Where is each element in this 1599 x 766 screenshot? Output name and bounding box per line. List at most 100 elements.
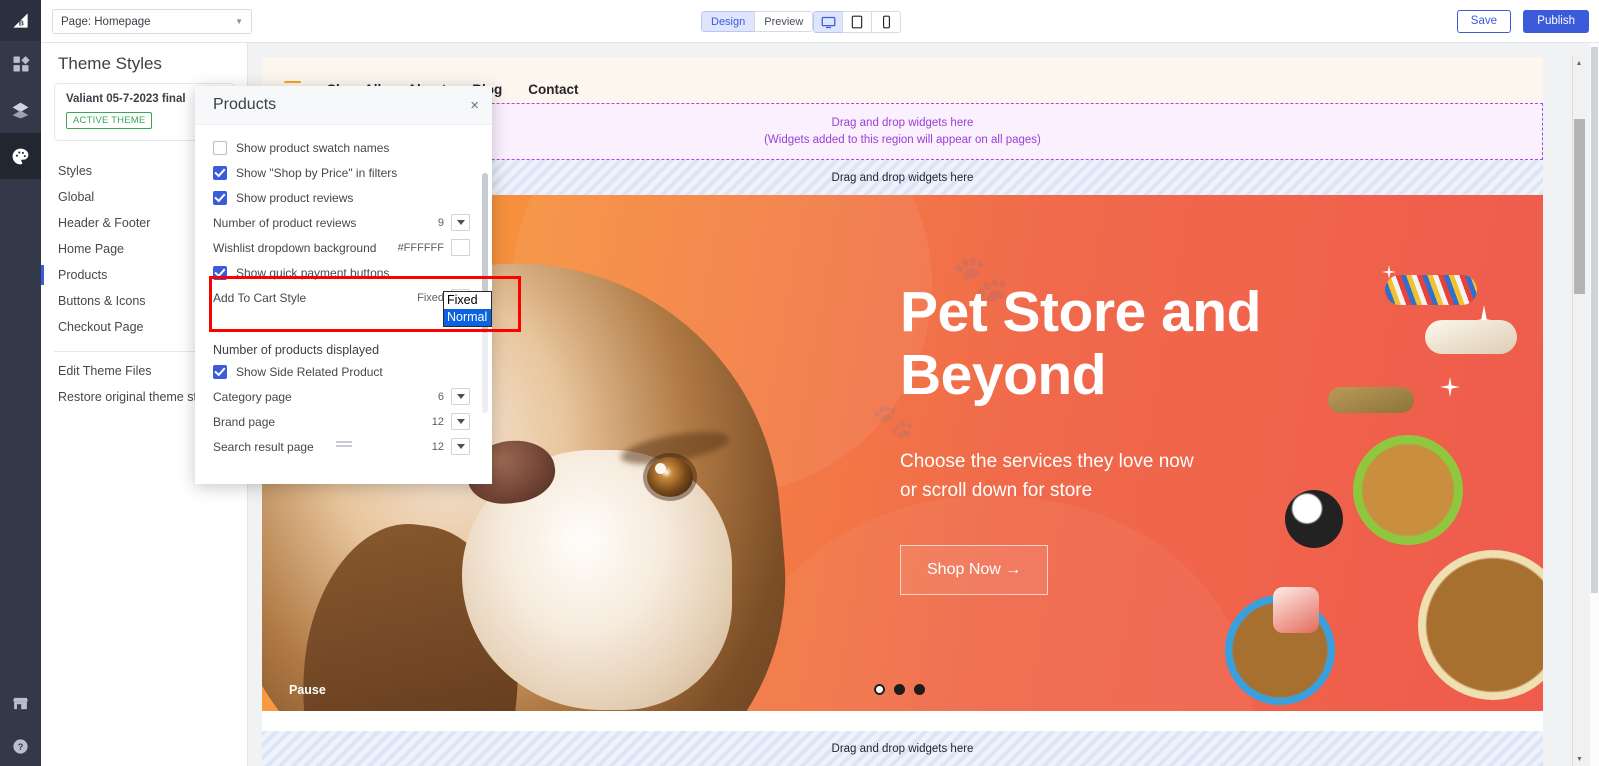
dropzone-line-2: (Widgets added to this region will appea… xyxy=(764,133,1041,146)
dropzone-line-1: Drag and drop widgets here xyxy=(831,116,974,129)
bottom-widget-dropzone[interactable]: Drag and drop widgets here xyxy=(262,731,1543,766)
hero-copy: Pet Store and Beyond Choose the services… xyxy=(900,281,1261,595)
apps-icon[interactable] xyxy=(0,41,41,87)
status-badge: ACTIVE THEME xyxy=(66,112,153,129)
chevron-down-icon: ▼ xyxy=(235,17,243,26)
green-food-bowl xyxy=(1353,435,1463,545)
desktop-icon[interactable] xyxy=(813,11,843,33)
carousel-dots xyxy=(874,684,925,695)
layers-icon[interactable] xyxy=(0,87,41,133)
chevron-down-icon xyxy=(456,418,465,428)
select-search-result-page[interactable] xyxy=(451,438,470,455)
dropdown-option-normal[interactable]: Normal xyxy=(444,309,491,326)
shop-now-button[interactable]: Shop Now → xyxy=(900,545,1049,595)
carousel-pause-button[interactable]: Pause xyxy=(289,683,326,697)
setting-row-show-product-swatch-names[interactable]: Show product swatch names xyxy=(195,135,492,160)
tab-design[interactable]: Design xyxy=(701,11,756,32)
close-icon[interactable]: × xyxy=(470,97,479,114)
window-scrollbar[interactable] xyxy=(1590,43,1599,766)
mobile-icon[interactable] xyxy=(871,11,901,33)
scroll-down-arrow-icon[interactable]: ▼ xyxy=(1573,753,1586,766)
chevron-down-icon xyxy=(456,393,465,403)
setting-row-show-side-related-product[interactable]: Show Side Related Product xyxy=(195,359,492,384)
setting-label: Show product swatch names xyxy=(236,140,390,155)
bone-toy-white xyxy=(1425,320,1517,354)
modal-title: Products xyxy=(213,96,277,113)
group-heading-number-of-products-displayed: Number of products displayed xyxy=(213,343,380,357)
setting-label: Number of product reviews xyxy=(213,215,357,230)
checkbox-show-product-swatch-names[interactable] xyxy=(213,140,227,155)
setting-label: Brand page xyxy=(213,414,276,429)
hero-subheading: Choose the services they love now or scr… xyxy=(900,451,1194,501)
dog-eye-highlight xyxy=(655,463,666,474)
chew-treat xyxy=(1273,587,1319,633)
setting-label: Add To Cart Style xyxy=(213,290,307,305)
checkbox-show-shop-by-price[interactable] xyxy=(213,165,227,180)
setting-row-show-product-reviews[interactable]: Show product reviews xyxy=(195,185,492,210)
tab-preview[interactable]: Preview xyxy=(754,11,814,32)
setting-value: 12 xyxy=(431,415,444,428)
setting-value: 12 xyxy=(431,440,444,453)
modal-resize-handle[interactable] xyxy=(335,441,352,449)
top-toolbar: Page: Homepage ▼ Design Preview Save Pub… xyxy=(41,0,1599,43)
setting-label: Show "Shop by Price" in filters xyxy=(236,165,398,180)
palette-icon[interactable] xyxy=(0,133,41,179)
setting-value: 9 xyxy=(437,216,444,229)
setting-value: #FFFFFF xyxy=(397,241,444,254)
left-icon-rail: B ? xyxy=(0,0,41,766)
setting-row-wishlist-dropdown-background[interactable]: Wishlist dropdown background #FFFFFF xyxy=(195,235,492,260)
products-settings-modal: Products × Show product swatch names Sho… xyxy=(195,86,492,484)
carousel-dot-1[interactable] xyxy=(874,684,885,695)
app-root: B ? Page: Homepage ▼ Design Preview Save… xyxy=(0,0,1599,766)
bigcommerce-logo[interactable]: B xyxy=(0,0,41,41)
hero-heading: Pet Store and Beyond xyxy=(900,280,1261,407)
scroll-up-arrow-icon[interactable]: ▲ xyxy=(1573,57,1585,70)
help-circle-icon[interactable]: ? xyxy=(0,726,41,766)
select-brand-page[interactable] xyxy=(451,413,470,430)
carousel-dot-2[interactable] xyxy=(894,684,905,695)
select-number-of-product-reviews[interactable] xyxy=(451,214,470,231)
storefront-icon[interactable] xyxy=(0,680,41,726)
dropdown-option-fixed[interactable]: Fixed xyxy=(444,292,491,309)
beige-food-bowl xyxy=(1418,550,1543,700)
preview-scrollbar[interactable]: ▲ ▼ xyxy=(1572,57,1585,766)
nav-link-contact[interactable]: Contact xyxy=(528,82,578,97)
select-category-page[interactable] xyxy=(451,388,470,405)
preview-scrollbar-thumb[interactable] xyxy=(1574,119,1585,294)
dropdown-add-to-cart-style-options[interactable]: Fixed Normal xyxy=(443,291,492,327)
setting-row-number-of-product-reviews[interactable]: Number of product reviews 9 xyxy=(195,210,492,235)
setting-label: Show product reviews xyxy=(236,190,354,205)
setting-label: Category page xyxy=(213,389,292,404)
setting-row-show-shop-by-price[interactable]: Show "Shop by Price" in filters xyxy=(195,160,492,185)
checkbox-show-side-related-product[interactable] xyxy=(213,364,227,379)
mode-tabs: Design Preview xyxy=(701,11,814,32)
modal-header: Products × xyxy=(195,86,492,125)
window-scrollbar-thumb[interactable] xyxy=(1591,47,1598,593)
carousel-dot-3[interactable] xyxy=(914,684,925,695)
chevron-down-icon xyxy=(456,443,465,453)
setting-row-category-page[interactable]: Category page 6 xyxy=(195,384,492,409)
bone-toy-rawhide xyxy=(1328,387,1414,413)
setting-row-show-quick-payment-buttons[interactable]: Show quick payment buttons xyxy=(195,260,492,285)
publish-button[interactable]: Publish xyxy=(1523,10,1589,33)
chevron-down-icon xyxy=(456,219,465,229)
pet-toys-group xyxy=(1225,195,1543,711)
soccer-ball-toy xyxy=(1285,490,1343,548)
save-button[interactable]: Save xyxy=(1456,10,1511,33)
page-selector[interactable]: Page: Homepage ▼ xyxy=(52,9,252,34)
color-swatch-wishlist-dropdown-background[interactable] xyxy=(451,239,470,256)
svg-text:?: ? xyxy=(18,742,24,752)
page-title: Theme Styles xyxy=(58,54,162,73)
checkbox-show-quick-payment-buttons[interactable] xyxy=(213,265,227,280)
device-toggle-group xyxy=(813,11,901,33)
page-selector-label: Page: Homepage xyxy=(61,15,151,28)
rope-toy xyxy=(1385,275,1477,305)
setting-label: Wishlist dropdown background xyxy=(213,240,377,255)
dog-eye xyxy=(647,457,693,497)
svg-text:B: B xyxy=(19,19,24,27)
checkbox-show-product-reviews[interactable] xyxy=(213,190,227,205)
setting-label: Show quick payment buttons xyxy=(236,265,390,280)
tablet-icon[interactable] xyxy=(842,11,872,33)
setting-row-brand-page[interactable]: Brand page 12 xyxy=(195,409,492,434)
setting-label: Search result page xyxy=(213,439,314,454)
